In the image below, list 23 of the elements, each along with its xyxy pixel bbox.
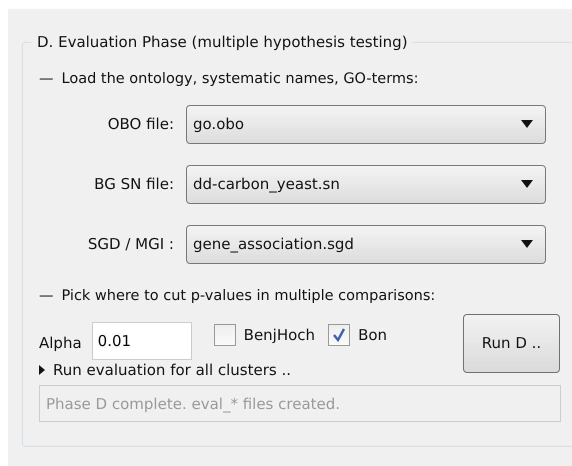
section-label: Pick where to cut p-values in multiple comparisons: (62, 286, 436, 306)
expand-arrow-icon[interactable] (39, 364, 45, 375)
checkbox-label: Bon (358, 324, 388, 346)
dropdown-arrow-icon (521, 120, 533, 128)
file-dropdown[interactable]: go.obo (186, 104, 546, 144)
checkbox[interactable] (328, 324, 350, 346)
run-button[interactable]: Run D .. (463, 314, 560, 372)
checkbox[interactable] (214, 324, 236, 346)
dropdown-arrow-icon (521, 240, 533, 248)
dash-mark: — (39, 286, 54, 306)
dash-mark: — (39, 70, 54, 89)
expander-label[interactable]: Run evaluation for all clusters .. (53, 358, 292, 381)
field-label: OBO file: (106, 114, 175, 135)
file-dropdown[interactable]: gene_association.sgd (186, 224, 546, 264)
dropdown-arrow-icon (521, 180, 533, 188)
file-dropdown[interactable]: dd-carbon_yeast.sn (186, 164, 546, 204)
field-label: SGD / MGI : (86, 234, 175, 255)
section-label: Load the ontology, systematic names, GO-terms: (62, 70, 418, 89)
alpha-field[interactable]: 0.01 (92, 322, 192, 360)
field-label: BG SN file: (93, 174, 175, 195)
alpha-label: Alpha (39, 332, 82, 354)
checkmark-icon (332, 328, 346, 342)
checkbox-label: BenjHoch (244, 324, 316, 346)
